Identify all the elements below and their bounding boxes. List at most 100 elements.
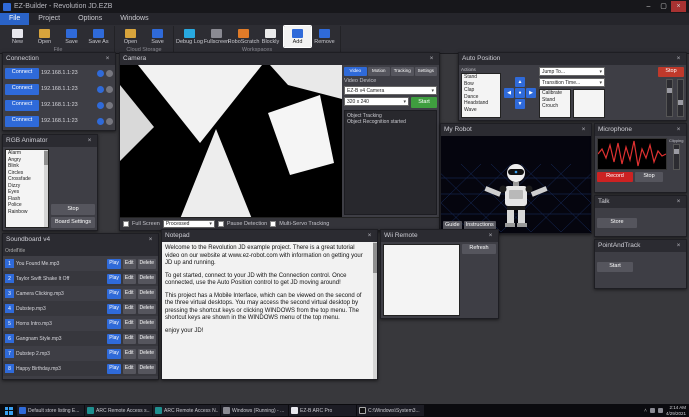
record-button[interactable]: Record bbox=[597, 172, 633, 182]
maximize-button[interactable]: ▢ bbox=[656, 1, 671, 12]
scrollbar[interactable] bbox=[44, 150, 48, 227]
animation-list[interactable]: Alarm Angry Blink Circles Crossfade Dizz… bbox=[5, 149, 49, 228]
resolution-select[interactable]: 320 x 240 ▾ bbox=[344, 97, 409, 106]
play-button[interactable]: Play bbox=[107, 289, 121, 299]
open-project-button[interactable]: Open bbox=[31, 26, 58, 47]
connect-button[interactable]: Connect bbox=[5, 116, 39, 127]
close-icon[interactable]: × bbox=[674, 196, 683, 208]
camera-start-button[interactable]: Start bbox=[411, 97, 437, 108]
wii-device-list[interactable] bbox=[383, 244, 460, 316]
edit-button[interactable]: Edit bbox=[123, 274, 136, 284]
play-button[interactable]: Play bbox=[107, 364, 121, 374]
delay-slider[interactable] bbox=[677, 79, 684, 117]
remove-control-button[interactable]: Remove bbox=[311, 26, 338, 47]
tab-tracking[interactable]: Tracking bbox=[391, 67, 414, 76]
video-device-select[interactable]: EZ-B v4 Camera ▾ bbox=[344, 86, 437, 95]
save-as-button[interactable]: Save As bbox=[85, 26, 112, 47]
close-icon[interactable]: × bbox=[674, 124, 683, 136]
delete-button[interactable]: Delete bbox=[138, 289, 156, 299]
cloud-save-button[interactable]: Save bbox=[144, 26, 171, 47]
gain-slider[interactable] bbox=[673, 144, 680, 170]
edit-button[interactable]: Edit bbox=[123, 349, 136, 359]
start-button[interactable] bbox=[1, 405, 16, 416]
minimize-button[interactable]: – bbox=[641, 1, 656, 12]
delete-button[interactable]: Delete bbox=[138, 259, 156, 269]
connect-button[interactable]: Connect bbox=[5, 100, 39, 111]
delete-button[interactable]: Delete bbox=[138, 304, 156, 314]
close-icon[interactable]: × bbox=[674, 53, 683, 65]
close-icon[interactable]: × bbox=[103, 53, 112, 65]
mic-stop-button[interactable]: Stop bbox=[635, 172, 663, 182]
debug-log-button[interactable]: Debug Log bbox=[176, 26, 203, 47]
close-icon[interactable]: × bbox=[486, 230, 495, 242]
tab-video[interactable]: Video bbox=[344, 67, 367, 76]
delete-button[interactable]: Delete bbox=[138, 349, 156, 359]
connect-button[interactable]: Connect bbox=[5, 68, 39, 79]
delete-button[interactable]: Delete bbox=[138, 274, 156, 284]
stop-animation-button[interactable]: Stop bbox=[51, 204, 95, 215]
tab-file[interactable]: File bbox=[0, 13, 29, 25]
edit-button[interactable]: Edit bbox=[123, 259, 136, 269]
wifi-icon[interactable] bbox=[106, 102, 113, 109]
refresh-button[interactable]: Refresh bbox=[462, 244, 496, 254]
transition-time-select[interactable]: Transition Time... ▾ bbox=[539, 78, 605, 87]
notepad-textarea[interactable]: Welcome to the Revolution JD example pro… bbox=[162, 242, 377, 379]
roboscratch-button[interactable]: RoboScratch bbox=[230, 26, 257, 47]
stop-center-icon[interactable]: ● bbox=[515, 88, 525, 98]
fullscreen-button[interactable]: Fullscreen bbox=[203, 26, 230, 47]
blockly-button[interactable]: Blockly bbox=[257, 26, 284, 47]
multiservo-checkbox[interactable] bbox=[270, 221, 276, 227]
arrow-up-icon[interactable]: ▲ bbox=[515, 77, 525, 87]
speed-slider[interactable] bbox=[666, 79, 673, 117]
arrow-left-icon[interactable]: ◀ bbox=[504, 88, 514, 98]
wifi-icon[interactable] bbox=[106, 70, 113, 77]
tab-motion[interactable]: Motion bbox=[368, 67, 391, 76]
taskbar-item[interactable]: EZ-B ARC Pro bbox=[289, 405, 356, 416]
fullscreen-checkbox[interactable] bbox=[123, 221, 129, 227]
edit-button[interactable]: Edit bbox=[123, 364, 136, 374]
board-settings-button[interactable]: Board Settings bbox=[51, 217, 95, 228]
tray-expand-icon[interactable]: ˄ bbox=[644, 408, 647, 414]
tab-options[interactable]: Options bbox=[69, 13, 111, 25]
arrow-right-icon[interactable]: ▶ bbox=[526, 88, 536, 98]
list-item[interactable]: Crouch bbox=[540, 103, 570, 110]
network-icon[interactable] bbox=[650, 408, 655, 413]
save-project-button[interactable]: Save bbox=[58, 26, 85, 47]
start-tracking-button[interactable]: Start bbox=[597, 262, 633, 272]
edit-button[interactable]: Edit bbox=[123, 334, 136, 344]
close-icon[interactable]: × bbox=[365, 230, 374, 242]
edit-button[interactable]: Edit bbox=[123, 319, 136, 329]
taskbar-item[interactable]: C:\Windows\System3... bbox=[357, 405, 424, 416]
play-button[interactable]: Play bbox=[107, 334, 121, 344]
edit-button[interactable]: Edit bbox=[123, 304, 136, 314]
close-icon[interactable]: × bbox=[85, 135, 94, 147]
edit-button[interactable]: Edit bbox=[123, 289, 136, 299]
connect-button[interactable]: Connect bbox=[5, 84, 39, 95]
robot-3d-viewport[interactable]: Guide Instructions bbox=[441, 136, 591, 233]
taskbar-item[interactable]: ARC Remote Access N... bbox=[153, 405, 220, 416]
delete-button[interactable]: Delete bbox=[138, 364, 156, 374]
add-control-button[interactable]: Add bbox=[284, 26, 311, 47]
frames-list[interactable]: Calibrate Stand Crouch bbox=[539, 89, 571, 118]
processed-select[interactable]: Processed ▾ bbox=[163, 220, 215, 228]
tab-windows[interactable]: Windows bbox=[111, 13, 157, 25]
close-icon[interactable]: × bbox=[427, 53, 436, 65]
taskbar-item[interactable]: Default store listing E... bbox=[17, 405, 84, 416]
play-button[interactable]: Play bbox=[107, 259, 121, 269]
play-button[interactable]: Play bbox=[107, 274, 121, 284]
delete-button[interactable]: Delete bbox=[138, 334, 156, 344]
list-item[interactable]: Wave bbox=[462, 107, 500, 114]
auto-position-stop-button[interactable]: Stop bbox=[658, 67, 684, 77]
list-item[interactable]: Rainbow bbox=[6, 209, 48, 216]
play-button[interactable]: Play bbox=[107, 319, 121, 329]
tab-settings[interactable]: Settings bbox=[415, 67, 438, 76]
cloud-open-button[interactable]: Open bbox=[117, 26, 144, 47]
tab-project[interactable]: Project bbox=[29, 13, 69, 25]
volume-icon[interactable] bbox=[658, 408, 663, 413]
wifi-icon[interactable] bbox=[106, 118, 113, 125]
close-icon[interactable]: × bbox=[674, 240, 683, 252]
play-button[interactable]: Play bbox=[107, 349, 121, 359]
close-button[interactable]: × bbox=[671, 1, 686, 12]
taskbar-item[interactable]: Windows (Running) - ... bbox=[221, 405, 288, 416]
pause-detection-checkbox[interactable] bbox=[218, 221, 224, 227]
